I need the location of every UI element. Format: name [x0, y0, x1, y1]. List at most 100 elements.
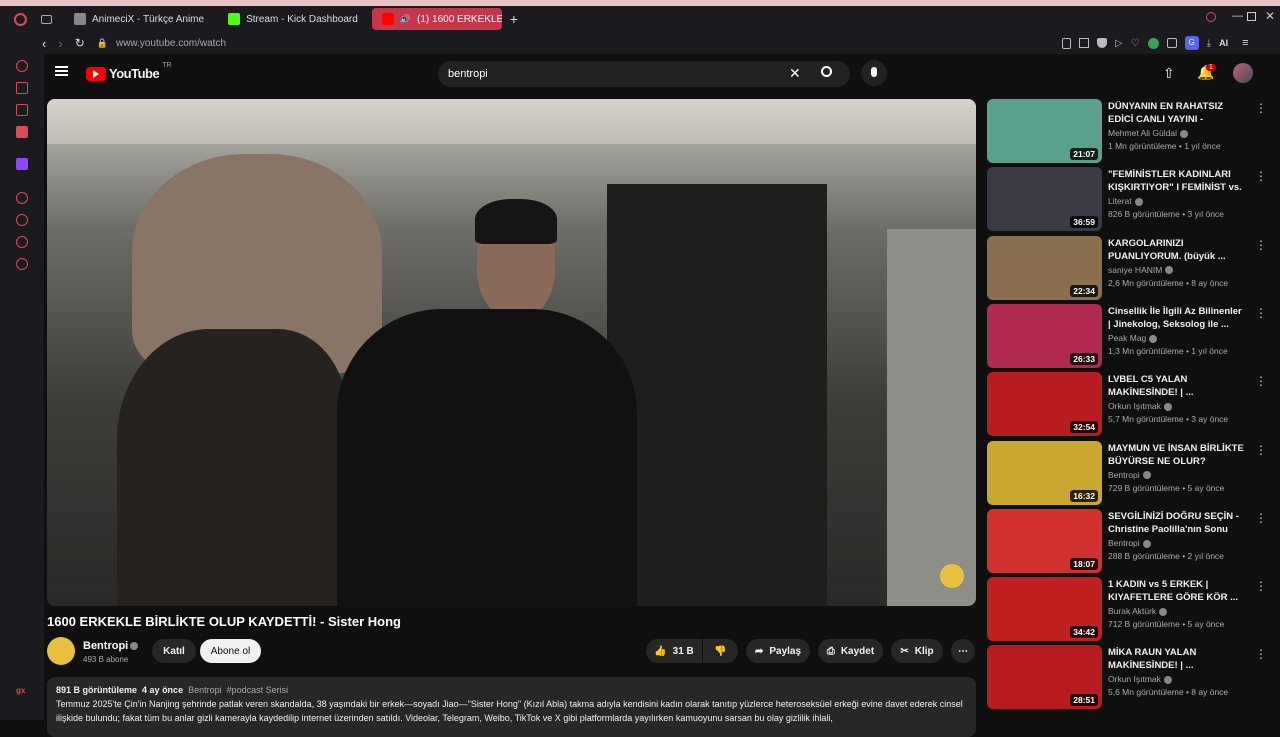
close-window-button[interactable]: ✕: [1265, 9, 1275, 23]
recommended-video-title[interactable]: DÜNYANIN EN RAHATSIZ EDİCİ CANLI YAYINI …: [1108, 100, 1246, 126]
clip-button[interactable]: ✂ Klip: [891, 639, 943, 663]
video-description[interactable]: 891 B görüntüleme 4 ay önce Bentropi #po…: [47, 677, 976, 737]
recommended-video[interactable]: 16:32 MAYMUN VE İNSAN BİRLİKTE BÜYÜRSE NE…: [987, 440, 1277, 505]
forward-button[interactable]: ›: [58, 36, 62, 51]
extension-green-icon[interactable]: [1147, 37, 1159, 49]
recommended-video-title[interactable]: SEVGİLİNİZİ DOĞRU SEÇİN - Christine Paol…: [1108, 510, 1246, 536]
channel-avatar[interactable]: [47, 637, 75, 665]
recommended-video-title[interactable]: LVBEL C5 YALAN MAKİNESİNDE! | ...: [1108, 373, 1246, 399]
like-count: 31 B: [672, 645, 694, 657]
browser-search-icon[interactable]: [1206, 12, 1216, 22]
sidebar-twitch-icon[interactable]: [16, 158, 28, 170]
account-avatar[interactable]: [1233, 63, 1253, 83]
sidebar-settings-icon[interactable]: [16, 258, 28, 270]
sidebar-player-icon[interactable]: [16, 192, 28, 204]
reload-icon[interactable]: ↻: [75, 36, 85, 50]
video-thumbnail[interactable]: 21:07: [987, 99, 1102, 163]
recommended-video[interactable]: 28:51 MİKA RAUN YALAN MAKİNESİNDE! | ... O…: [987, 645, 1277, 710]
speaker-icon[interactable]: 🔊: [400, 14, 411, 25]
save-button[interactable]: ⎙ Kaydet: [818, 639, 883, 663]
tab-youtube[interactable]: 🔊(1) 1600 ERKEKLE BİRL: [371, 8, 502, 30]
hashtag-link[interactable]: #podcast Serisi: [227, 685, 289, 695]
tab-animecix[interactable]: AnimeciX - Türkçe Anime: [64, 8, 214, 30]
minimize-button[interactable]: —: [1232, 10, 1243, 22]
more-actions-button[interactable]: ⋯: [951, 639, 975, 663]
more-options-icon[interactable]: ⋮: [1255, 306, 1267, 320]
clear-search-icon[interactable]: ✕: [789, 65, 801, 82]
download-icon[interactable]: ⤓: [1207, 38, 1211, 49]
more-options-icon[interactable]: ⋮: [1255, 238, 1267, 252]
video-thumbnail[interactable]: 36:59: [987, 167, 1102, 232]
share-button[interactable]: ➦ Paylaş: [746, 639, 810, 663]
video-thumbnail[interactable]: 32:54: [987, 372, 1102, 437]
ai-button[interactable]: AI: [1219, 38, 1228, 48]
more-options-icon[interactable]: ⋮: [1255, 579, 1267, 593]
recommended-video-meta: 5,6 Mn görüntüleme • 8 ay önce: [1108, 687, 1229, 698]
heart-icon[interactable]: ♡: [1131, 38, 1140, 49]
recommended-video[interactable]: 34:42 1 KADIN vs 5 ERKEK | KIYAFETLERE GÖ…: [987, 577, 1277, 642]
more-options-icon[interactable]: ⋮: [1255, 647, 1267, 661]
recommended-video-title[interactable]: MAYMUN VE İNSAN BİRLİKTE BÜYÜRSE NE OLUR…: [1108, 442, 1246, 468]
tab-kick[interactable]: Stream - Kick Dashboard: [218, 8, 368, 30]
recommended-video-title[interactable]: KARGOLARINIZI PUANLIYORUM. (büyük ...: [1108, 237, 1246, 263]
sidebar-ai-icon[interactable]: [16, 60, 28, 72]
recommended-video-title[interactable]: Cinsellik İle İlgili Az Bilinenler | Jin…: [1108, 305, 1246, 331]
video-player[interactable]: [47, 99, 976, 606]
dislike-button[interactable]: 👎: [703, 639, 738, 663]
join-button[interactable]: Katıl: [152, 639, 196, 663]
send-icon[interactable]: ▷: [1115, 38, 1123, 49]
video-thumbnail[interactable]: 34:42: [987, 577, 1102, 642]
channel-name[interactable]: Bentropi: [83, 640, 128, 652]
more-options-icon[interactable]: ⋮: [1255, 169, 1267, 183]
create-upload-icon[interactable]: ⇧: [1163, 65, 1175, 82]
recommended-video-title[interactable]: 1 KADIN vs 5 ERKEK | KIYAFETLERE GÖRE KÖ…: [1108, 578, 1246, 604]
video-thumbnail[interactable]: 18:07: [987, 508, 1102, 573]
pin-icon[interactable]: [1062, 37, 1071, 49]
microphone-icon: [871, 67, 877, 77]
extension-puzzle-icon[interactable]: [1166, 38, 1177, 48]
sidebar-ext-icon[interactable]: [16, 82, 28, 94]
url-field[interactable]: www.youtube.com/watch: [116, 38, 226, 49]
recommended-video[interactable]: 32:54 LVBEL C5 YALAN MAKİNESİNDE! | ... Or…: [987, 372, 1277, 437]
verified-badge-icon: [1163, 402, 1172, 411]
sidebar-extensions-icon[interactable]: [16, 236, 28, 248]
video-thumbnail[interactable]: 26:33: [987, 303, 1102, 368]
video-thumbnail[interactable]: 22:34: [987, 235, 1102, 300]
more-options-icon[interactable]: ⋮: [1255, 374, 1267, 388]
voice-search-button[interactable]: [861, 60, 887, 86]
video-scene-man-hair: [475, 199, 557, 244]
more-options-icon[interactable]: ⋮: [1255, 511, 1267, 525]
new-tab-button[interactable]: +: [510, 11, 518, 27]
channel-watermark-icon[interactable]: [940, 564, 964, 588]
opera-logo-icon[interactable]: [14, 12, 27, 26]
adblock-shield-icon[interactable]: [1097, 38, 1107, 48]
recommended-video[interactable]: 21:07 DÜNYANIN EN RAHATSIZ EDİCİ CANLI YA…: [987, 99, 1277, 163]
profile-g-icon[interactable]: G: [1184, 36, 1199, 50]
hamburger-menu-icon[interactable]: [55, 66, 68, 76]
sidebar-messenger-icon[interactable]: [16, 126, 28, 138]
restore-button[interactable]: [1247, 12, 1256, 21]
youtube-logo[interactable]: YouTube TR: [86, 62, 172, 81]
like-button[interactable]: 👍 31 B: [646, 639, 702, 663]
sidebar-stack-icon[interactable]: [16, 104, 28, 116]
sidebar-history-icon[interactable]: [16, 214, 28, 226]
subscribe-button[interactable]: Abone ol: [200, 639, 261, 663]
back-button[interactable]: ‹: [42, 36, 46, 51]
search-button[interactable]: [812, 61, 850, 87]
more-options-icon[interactable]: ⋮: [1255, 101, 1267, 115]
recommended-video[interactable]: 36:59 "FEMİNİSTLER KADINLARI KIŞKIRTIYOR"…: [987, 167, 1277, 232]
verified-badge-icon: [1179, 129, 1188, 138]
recommended-video[interactable]: 26:33 Cinsellik İle İlgili Az Bilinenler …: [987, 303, 1277, 368]
more-options-icon[interactable]: ⋮: [1255, 443, 1267, 457]
recommended-video-title[interactable]: "FEMİNİSTLER KADINLARI KIŞKIRTIYOR" I FE…: [1108, 168, 1246, 194]
recommended-video[interactable]: 22:34 KARGOLARINIZI PUANLIYORUM. (büyük .…: [987, 235, 1277, 300]
snapshot-icon[interactable]: [1079, 38, 1089, 48]
recommended-video[interactable]: 18:07 SEVGİLİNİZİ DOĞRU SEÇİN - Christine…: [987, 508, 1277, 573]
video-thumbnail[interactable]: 28:51: [987, 645, 1102, 710]
sidebar-gx-icon[interactable]: gx: [16, 686, 28, 698]
video-thumbnail[interactable]: 16:32: [987, 440, 1102, 505]
recommended-video-title[interactable]: MİKA RAUN YALAN MAKİNESİNDE! | ...: [1108, 646, 1246, 672]
tab-switcher-icon[interactable]: [41, 14, 52, 24]
view-count: 891 B görüntüleme: [56, 685, 138, 695]
menu-icon[interactable]: ≡: [1242, 37, 1248, 49]
